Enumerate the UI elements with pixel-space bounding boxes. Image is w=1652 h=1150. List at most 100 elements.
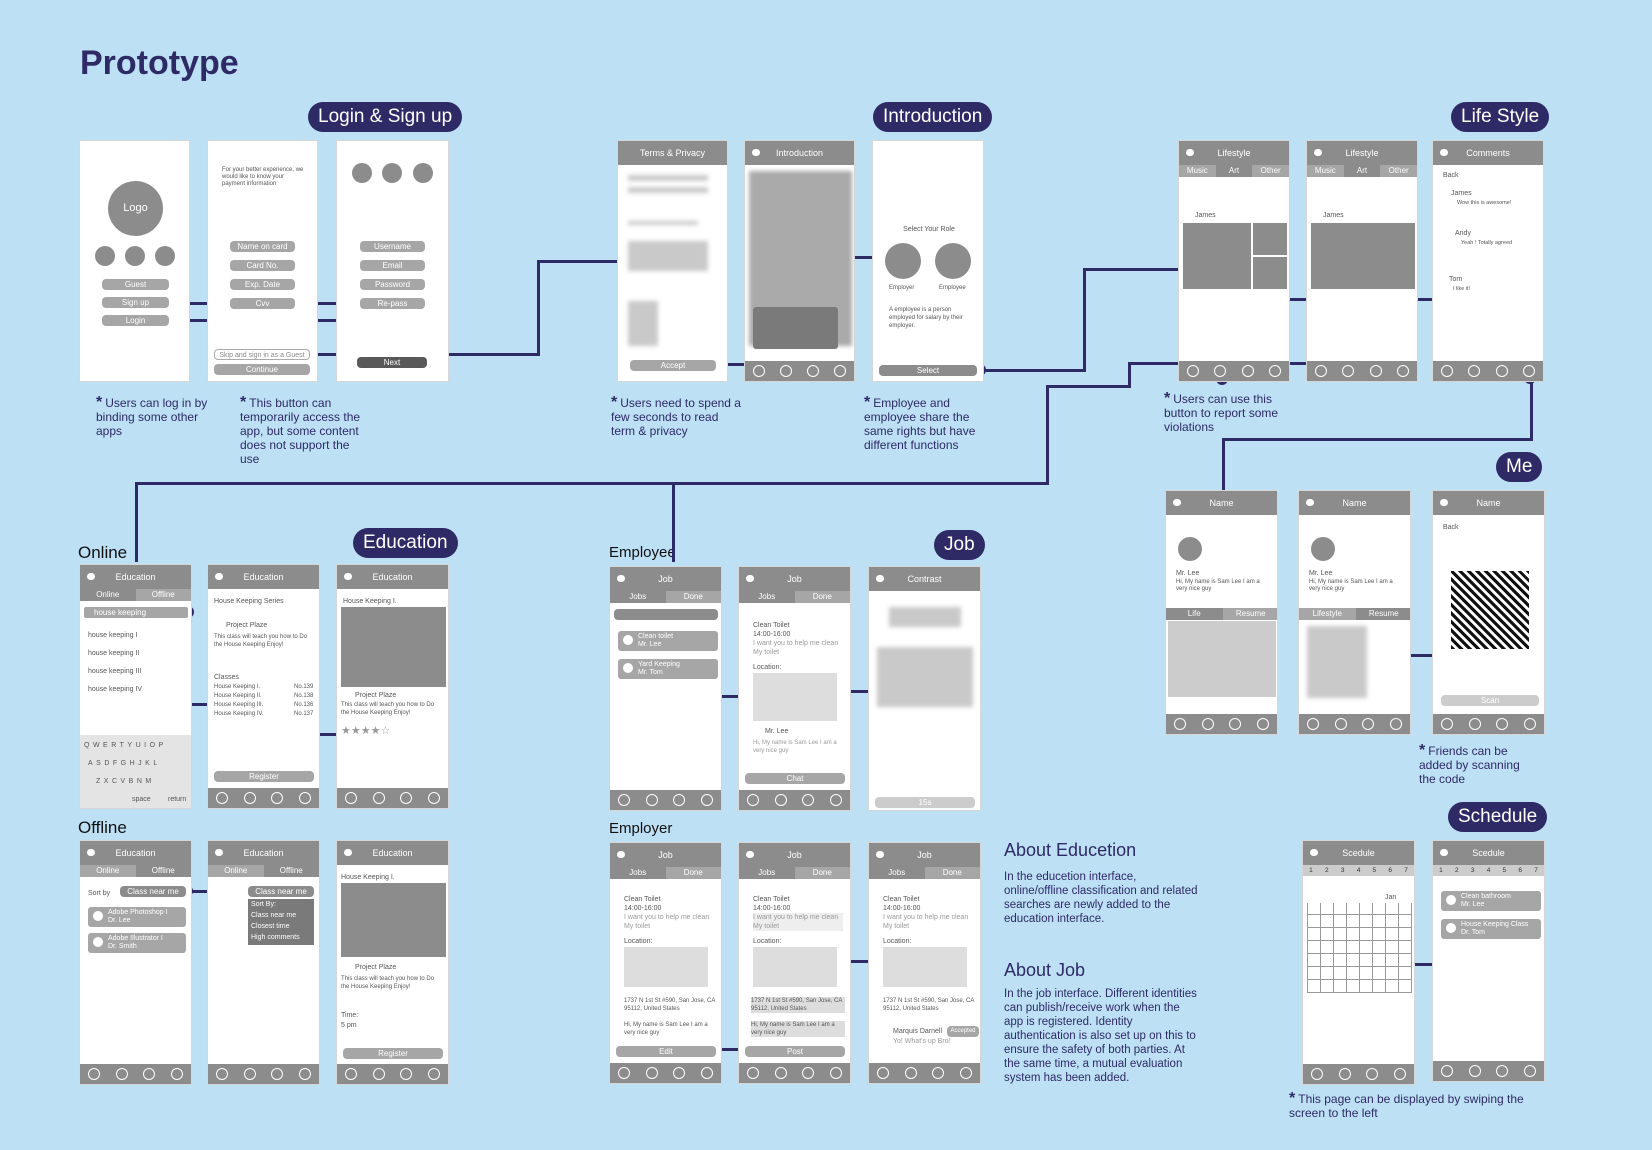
map[interactable] — [753, 947, 837, 987]
profile-icon[interactable] — [830, 794, 843, 806]
home-icon[interactable] — [1314, 365, 1327, 377]
chat-button[interactable]: Chat — [745, 773, 845, 784]
image-thumbnail[interactable] — [1253, 223, 1287, 255]
briefcase-icon[interactable] — [271, 792, 284, 804]
briefcase-icon[interactable] — [1362, 718, 1375, 730]
tab-music[interactable]: Music — [1179, 165, 1216, 177]
camera-icon[interactable] — [243, 1068, 256, 1080]
briefcase-icon[interactable] — [802, 794, 815, 806]
briefcase-icon[interactable] — [1496, 718, 1509, 730]
profile-icon[interactable] — [1397, 365, 1410, 377]
photo-grid[interactable] — [1168, 621, 1276, 697]
profile-icon[interactable] — [1269, 365, 1282, 377]
camera-icon[interactable] — [1342, 365, 1355, 377]
profile-icon[interactable] — [171, 1068, 184, 1080]
profile-icon[interactable] — [701, 1067, 714, 1079]
camera-icon[interactable] — [774, 1067, 787, 1079]
home-icon[interactable] — [1440, 718, 1453, 730]
briefcase-icon[interactable] — [1495, 365, 1508, 377]
tab-offline[interactable]: Offline — [136, 589, 192, 601]
home-icon[interactable] — [876, 1067, 889, 1079]
facebook-icon[interactable] — [382, 163, 402, 183]
home-icon[interactable] — [746, 1067, 759, 1079]
briefcase-icon[interactable] — [1366, 1068, 1379, 1080]
home-icon[interactable] — [87, 1068, 100, 1080]
camera-icon[interactable] — [774, 794, 787, 806]
email-field[interactable]: Email — [360, 260, 425, 271]
briefcase-icon[interactable] — [1229, 718, 1242, 730]
home-icon[interactable] — [1310, 1068, 1323, 1080]
camera-icon[interactable] — [779, 365, 792, 377]
continue-button[interactable]: Continue — [214, 364, 310, 375]
camera-icon[interactable] — [645, 794, 658, 806]
briefcase-icon[interactable] — [1369, 365, 1382, 377]
home-icon[interactable] — [1173, 718, 1186, 730]
home-icon[interactable] — [1186, 365, 1199, 377]
briefcase-icon[interactable] — [673, 794, 686, 806]
facebook-icon[interactable] — [125, 246, 145, 266]
briefcase-icon[interactable] — [400, 1068, 413, 1080]
back-link[interactable]: Back — [1443, 523, 1459, 532]
profile-icon[interactable] — [428, 1068, 441, 1080]
profile-icon[interactable] — [1524, 1065, 1537, 1077]
card-number-field[interactable]: Card No. — [230, 260, 295, 271]
password-field[interactable]: Password — [360, 279, 425, 290]
profile-icon[interactable] — [299, 792, 312, 804]
instagram-icon[interactable] — [95, 246, 115, 266]
briefcase-icon[interactable] — [673, 1067, 686, 1079]
skip-guest-button[interactable]: Skip and sign in as a Guest — [214, 349, 310, 360]
sort-dropdown[interactable]: Class near me — [120, 886, 186, 897]
briefcase-icon[interactable] — [400, 792, 413, 804]
home-icon[interactable] — [344, 1068, 357, 1080]
home-icon[interactable] — [344, 792, 357, 804]
select-button[interactable]: Select — [879, 365, 977, 376]
camera-icon[interactable] — [904, 1067, 917, 1079]
camera-icon[interactable] — [372, 792, 385, 804]
next-button[interactable]: Next — [357, 357, 427, 368]
briefcase-icon[interactable] — [271, 1068, 284, 1080]
google-icon[interactable] — [155, 246, 175, 266]
register-button[interactable]: Register — [214, 771, 314, 782]
keyboard[interactable]: QWERTYUIOP ASDFGHJKL ZXCVBNM space retur… — [80, 735, 191, 808]
home-icon[interactable] — [617, 1067, 630, 1079]
tab-other[interactable]: Other — [1252, 165, 1289, 177]
profile-icon[interactable] — [1394, 1068, 1407, 1080]
profile-icon[interactable] — [1524, 718, 1537, 730]
briefcase-icon[interactable] — [1496, 1065, 1509, 1077]
sort-menu[interactable]: Sort By: Class near me Closest time High… — [248, 899, 314, 945]
search-input[interactable] — [614, 609, 718, 620]
search-input[interactable]: house keeping — [84, 607, 188, 618]
calendar-grid[interactable] — [1307, 903, 1412, 993]
profile-icon[interactable] — [701, 794, 714, 806]
camera-icon[interactable] — [645, 1067, 658, 1079]
briefcase-icon[interactable] — [932, 1067, 945, 1079]
signup-button[interactable]: Sign up — [102, 297, 169, 308]
map[interactable] — [883, 947, 967, 987]
profile-icon[interactable] — [830, 1067, 843, 1079]
accept-button[interactable]: Accept — [630, 360, 716, 371]
video-thumbnail[interactable] — [1183, 223, 1251, 289]
camera-icon[interactable] — [372, 1068, 385, 1080]
briefcase-icon[interactable] — [143, 1068, 156, 1080]
image-thumbnail[interactable] — [1253, 257, 1287, 289]
profile-icon[interactable] — [299, 1068, 312, 1080]
camera-icon[interactable] — [1468, 365, 1481, 377]
profile-icon[interactable] — [1257, 718, 1270, 730]
google-icon[interactable] — [413, 163, 433, 183]
map[interactable] — [624, 947, 708, 987]
briefcase-icon[interactable] — [1241, 365, 1254, 377]
tab-lifestyle[interactable]: Lifestyle — [1299, 608, 1356, 620]
camera-icon[interactable] — [1334, 718, 1347, 730]
edit-button[interactable]: Edit — [616, 1046, 716, 1057]
camera-icon[interactable] — [115, 1068, 128, 1080]
employee-avatar[interactable] — [935, 243, 971, 279]
camera-icon[interactable] — [1468, 718, 1481, 730]
card-name-field[interactable]: Name on card — [230, 241, 295, 252]
cvv-field[interactable]: Cvv — [230, 298, 295, 309]
home-icon[interactable] — [746, 794, 759, 806]
video-player[interactable] — [1311, 223, 1415, 289]
profile-icon[interactable] — [960, 1067, 973, 1079]
camera-icon[interactable] — [1338, 1068, 1351, 1080]
post-button[interactable]: Post — [745, 1046, 845, 1057]
login-button[interactable]: Login — [102, 315, 169, 326]
